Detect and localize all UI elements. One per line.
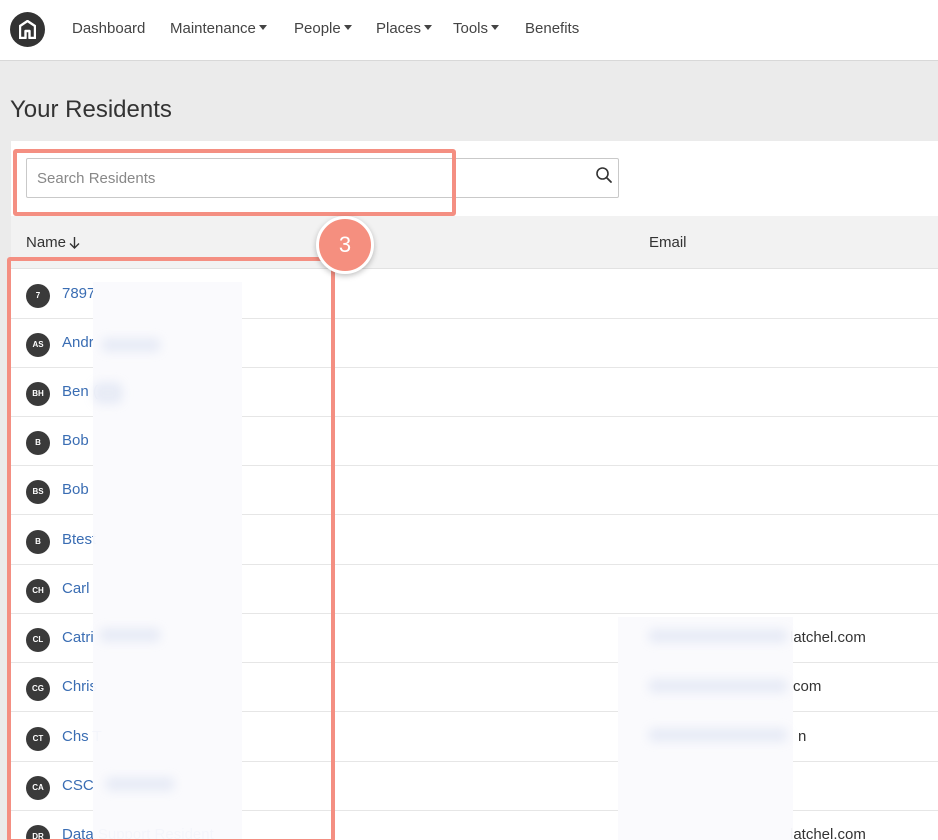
blur-smudge [648,728,788,742]
page-title: Your Residents [10,96,172,123]
caret-down-icon [343,25,352,30]
nav-people[interactable]: People [294,20,352,37]
search-highlight-box [13,149,456,216]
column-email-label: Email [649,234,687,251]
column-header-email: Email [649,234,687,251]
top-navbar: Dashboard Maintenance People Places Tool… [0,0,938,61]
nav-tools-label: Tools [453,20,489,37]
nav-places[interactable]: Places [376,20,433,37]
resident-email: latchel.com [790,629,866,646]
column-header-name[interactable]: Name [26,234,80,251]
nav-dashboard-label: Dashboard [72,20,146,37]
privacy-blur-emails [618,617,793,840]
nav-places-label: Places [376,20,422,37]
nav-maintenance-label: Maintenance [170,20,256,37]
caret-down-icon [424,25,433,30]
resident-email: n [798,728,807,745]
nav-tools[interactable]: Tools [453,20,500,37]
nav-benefits-label: Benefits [525,20,580,37]
step-number-badge: 3 [316,216,374,274]
blur-smudge [648,629,788,643]
nav-benefits[interactable]: Benefits [525,20,579,37]
resident-email: latchel.com [790,826,866,840]
blur-smudge [648,679,788,693]
sort-arrow-down-icon [69,237,80,249]
caret-down-icon [258,25,267,30]
caret-down-icon [491,25,500,30]
search-icon[interactable] [595,166,613,184]
resident-email: com [793,678,822,695]
nav-dashboard[interactable]: Dashboard [72,20,145,37]
home-logo[interactable] [10,12,45,47]
home-icon [19,20,36,39]
resident-list-highlight-box [7,257,335,840]
nav-maintenance[interactable]: Maintenance [170,20,267,37]
nav-people-label: People [294,20,341,37]
column-name-label: Name [26,234,67,251]
